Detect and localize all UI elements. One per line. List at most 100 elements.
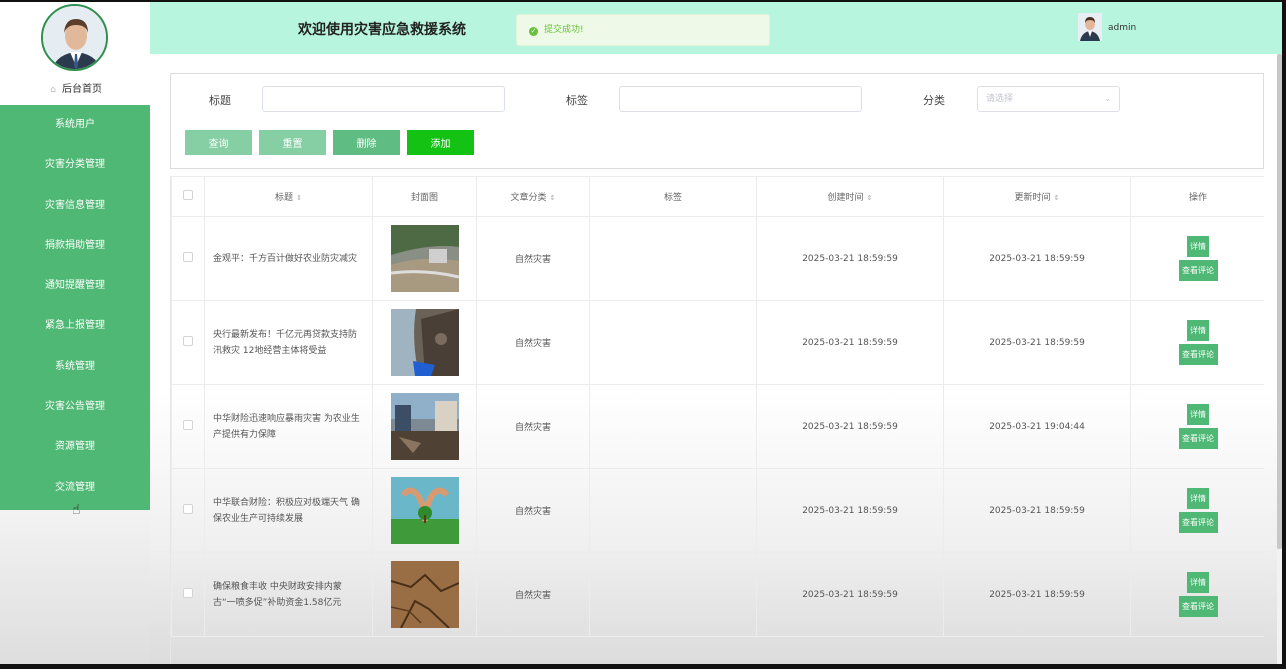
row-category: 自然灾害 <box>476 216 590 301</box>
cover-image[interactable] <box>390 393 459 460</box>
row-title: 确保粮食丰收 中央财政安排内蒙古“一喷多促”补助资金1.58亿元 <box>204 552 373 637</box>
cover-image[interactable] <box>390 477 459 544</box>
view-comments-button[interactable]: 查看评论 <box>1178 260 1218 281</box>
select-all-checkbox[interactable] <box>183 190 193 200</box>
row-created: 2025-03-21 18:59:59 <box>756 552 944 637</box>
row-checkbox[interactable] <box>183 588 193 598</box>
row-tag <box>589 384 757 469</box>
sort-icon[interactable]: ⇕ <box>550 194 556 202</box>
row-ops: 详情 查看评论 <box>1130 384 1264 469</box>
header-ops: 操作 <box>1130 176 1264 217</box>
row-created: 2025-03-21 18:59:59 <box>756 300 944 385</box>
row-tag <box>589 552 757 637</box>
cover-image[interactable] <box>390 225 459 292</box>
row-tag <box>589 300 757 385</box>
detail-button[interactable]: 详情 <box>1187 320 1209 341</box>
sort-icon[interactable]: ⇕ <box>296 194 302 202</box>
reset-button[interactable]: 重置 <box>259 130 326 155</box>
home-icon: ⌂ <box>50 85 56 95</box>
top-header: 欢迎使用灾害应急救援系统 ✓ 提交成功! admin <box>150 2 1282 54</box>
tag-filter-input[interactable] <box>619 86 862 112</box>
row-title: 央行最新发布！千亿元再贷款支持防汛救灾 12地经营主体将受益 <box>204 300 373 385</box>
toast-message: 提交成功! <box>544 25 584 35</box>
table-row: 央行最新发布！千亿元再贷款支持防汛救灾 12地经营主体将受益 自然灾害 2025… <box>171 300 1264 385</box>
sidebar: ⌂ 后台首页 系统用户 灾害分类管理 灾害信息管理 捐款捐助管理 通知提醒管理 紧… <box>0 2 150 664</box>
row-cover <box>372 384 477 469</box>
row-select-cell <box>171 552 205 637</box>
table-row: 确保粮食丰收 中央财政安排内蒙古“一喷多促”补助资金1.58亿元 自然灾害 20… <box>171 552 1264 637</box>
sidebar-item-exchange[interactable]: 交流管理 ☝ <box>0 468 150 518</box>
row-select-cell <box>171 468 205 553</box>
category-select[interactable]: 请选择 ⌄ <box>977 86 1120 112</box>
header-category[interactable]: 文章分类 ⇕ <box>476 176 590 217</box>
category-select-placeholder: 请选择 <box>986 94 1014 104</box>
row-ops: 详情 查看评论 <box>1130 468 1264 553</box>
table-row: 金观平：千方百计做好农业防灾减灾 自然灾害 2025-03-21 18:59:5… <box>171 216 1264 301</box>
header-updated[interactable]: 更新时间 ⇕ <box>943 176 1131 217</box>
home-link[interactable]: ⌂ 后台首页 <box>0 80 150 95</box>
row-tag <box>589 216 757 301</box>
row-updated: 2025-03-21 18:59:59 <box>943 552 1131 637</box>
table-row: 中华财险迅速响应暴雨灾害 为农业生产提供有力保障 自然灾害 2025-03-21… <box>171 384 1264 469</box>
row-checkbox[interactable] <box>183 420 193 430</box>
sidebar-item-notification[interactable]: 通知提醒管理 <box>0 266 150 306</box>
query-button[interactable]: 查询 <box>185 130 252 155</box>
header-created[interactable]: 创建时间 ⇕ <box>756 176 944 217</box>
page-title: 欢迎使用灾害应急救援系统 <box>298 22 466 38</box>
category-filter-label: 分类 <box>923 94 945 107</box>
view-comments-button[interactable]: 查看评论 <box>1178 428 1218 449</box>
view-comments-button[interactable]: 查看评论 <box>1178 596 1218 617</box>
check-circle-icon: ✓ <box>529 27 538 36</box>
row-created: 2025-03-21 18:59:59 <box>756 384 944 469</box>
row-ops: 详情 查看评论 <box>1130 300 1264 385</box>
sidebar-item-system-users[interactable]: 系统用户 <box>0 105 150 145</box>
cover-image[interactable] <box>390 309 459 376</box>
row-updated: 2025-03-21 18:59:59 <box>943 300 1131 385</box>
hand-cursor-icon: ☝ <box>72 501 81 518</box>
detail-button[interactable]: 详情 <box>1187 488 1209 509</box>
sidebar-item-donation[interactable]: 捐款捐助管理 <box>0 226 150 266</box>
sidebar-item-disaster-category[interactable]: 灾害分类管理 <box>0 145 150 185</box>
row-updated: 2025-03-21 18:59:59 <box>943 216 1131 301</box>
delete-button[interactable]: 删除 <box>333 130 400 155</box>
username[interactable]: admin <box>1108 23 1136 33</box>
row-cover <box>372 300 477 385</box>
table-row: 中华联合财险：积极应对极端天气 确保农业生产可持续发展 自然灾害 2025-03… <box>171 468 1264 553</box>
row-checkbox[interactable] <box>183 336 193 346</box>
row-cover <box>372 216 477 301</box>
sidebar-menu: 系统用户 灾害分类管理 灾害信息管理 捐款捐助管理 通知提醒管理 紧急上报管理 … <box>0 105 150 518</box>
detail-button[interactable]: 详情 <box>1187 236 1209 257</box>
row-checkbox[interactable] <box>183 504 193 514</box>
row-ops: 详情 查看评论 <box>1130 216 1264 301</box>
sidebar-item-system-manage[interactable]: 系统管理 <box>0 347 150 387</box>
sort-icon[interactable]: ⇕ <box>867 194 873 202</box>
search-panel: 标题 标签 分类 请选择 ⌄ 查询 重置 删除 添加 <box>170 73 1264 169</box>
row-category: 自然灾害 <box>476 468 590 553</box>
header-title[interactable]: 标题 ⇕ <box>204 176 373 217</box>
select-all-cell <box>171 176 205 217</box>
header-created-label: 创建时间 <box>827 193 864 203</box>
sidebar-item-disaster-notice[interactable]: 灾害公告管理 <box>0 387 150 427</box>
user-avatar[interactable] <box>1078 13 1102 41</box>
row-checkbox[interactable] <box>183 252 193 262</box>
sidebar-item-emergency-report[interactable]: 紧急上报管理 <box>0 306 150 346</box>
tag-filter-label: 标签 <box>566 94 588 107</box>
row-title: 中华财险迅速响应暴雨灾害 为农业生产提供有力保障 <box>204 384 373 469</box>
detail-button[interactable]: 详情 <box>1187 404 1209 425</box>
sort-icon[interactable]: ⇕ <box>1054 194 1060 202</box>
sidebar-item-resource[interactable]: 资源管理 <box>0 427 150 467</box>
header-cover: 封面图 <box>372 176 477 217</box>
header-title-label: 标题 <box>275 193 294 203</box>
title-filter-label: 标题 <box>209 94 231 107</box>
sidebar-item-disaster-info[interactable]: 灾害信息管理 <box>0 186 150 226</box>
row-ops: 详情 查看评论 <box>1130 552 1264 637</box>
title-filter-input[interactable] <box>262 86 505 112</box>
add-button[interactable]: 添加 <box>407 130 474 155</box>
view-comments-button[interactable]: 查看评论 <box>1178 512 1218 533</box>
cover-image[interactable] <box>390 561 459 628</box>
admin-avatar <box>41 4 108 71</box>
row-select-cell <box>171 384 205 469</box>
view-comments-button[interactable]: 查看评论 <box>1178 344 1218 365</box>
row-category: 自然灾害 <box>476 552 590 637</box>
detail-button[interactable]: 详情 <box>1187 572 1209 593</box>
